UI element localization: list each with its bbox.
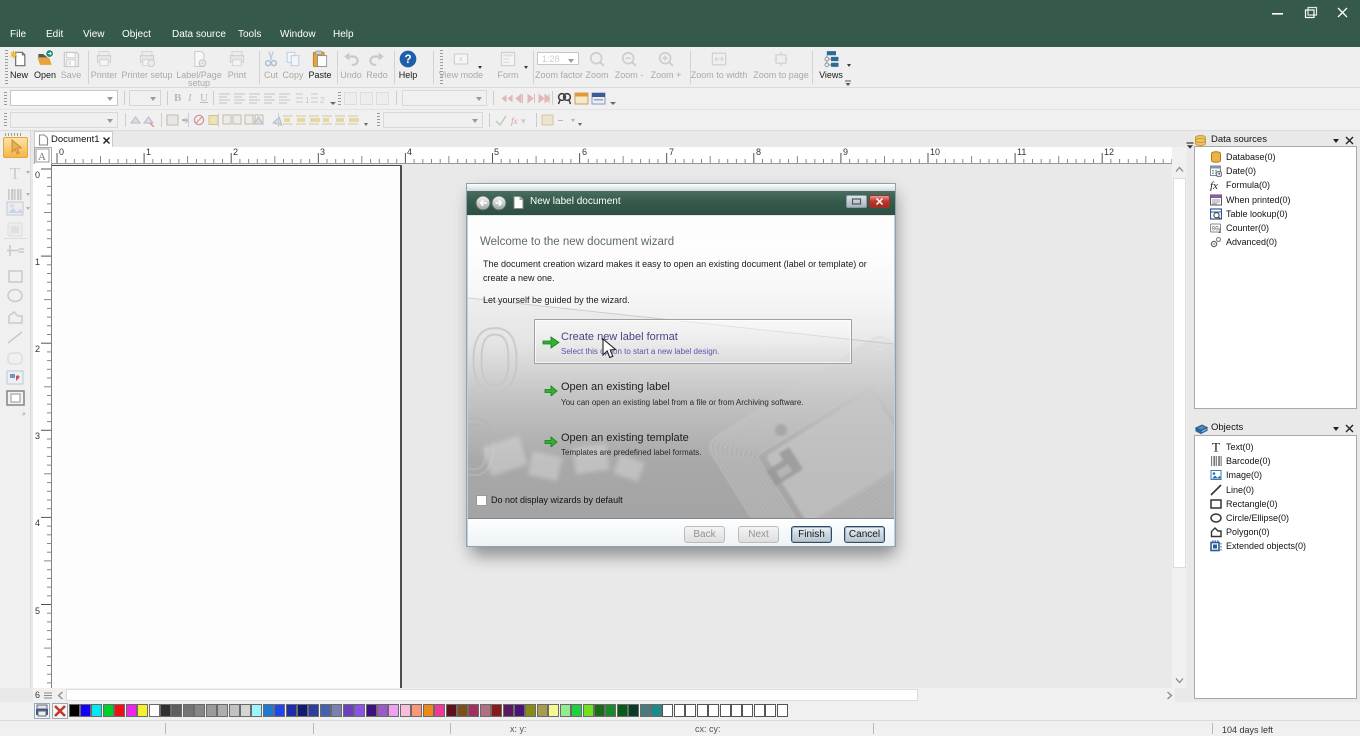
svg-text:8: 8 <box>756 147 761 157</box>
svg-text:T: T <box>1212 441 1220 453</box>
svg-text:1: 1 <box>1218 229 1222 234</box>
svg-text:1: 1 <box>35 257 40 267</box>
svg-text:4: 4 <box>407 147 412 157</box>
svg-text:A: A <box>38 151 46 163</box>
svg-text:2: 2 <box>320 96 325 105</box>
svg-text:10: 10 <box>930 147 940 157</box>
svg-text:▾: ▾ <box>521 116 526 126</box>
svg-text:?: ? <box>404 53 411 66</box>
svg-text:0: 0 <box>59 147 64 157</box>
svg-text:3: 3 <box>320 147 325 157</box>
svg-text:fx: fx <box>1210 180 1218 191</box>
svg-text:6: 6 <box>582 147 587 157</box>
svg-text:11: 11 <box>1017 147 1026 157</box>
svg-text:X: X <box>459 57 464 64</box>
svg-text:1: 1 <box>305 96 310 105</box>
svg-text:T: T <box>10 164 21 182</box>
svg-text:3: 3 <box>35 431 40 441</box>
svg-text:9: 9 <box>843 147 848 157</box>
svg-text:12: 12 <box>1104 147 1114 157</box>
svg-text:0: 0 <box>35 170 40 180</box>
svg-text:7: 7 <box>669 147 674 157</box>
svg-text:2: 2 <box>233 147 238 157</box>
svg-text:5: 5 <box>494 147 499 157</box>
svg-text:0: 0 <box>470 311 520 411</box>
svg-text:2: 2 <box>35 344 40 354</box>
svg-text:5: 5 <box>35 606 40 616</box>
svg-text:4: 4 <box>35 518 40 528</box>
svg-text:fx: fx <box>511 116 518 126</box>
svg-text:1: 1 <box>146 147 151 157</box>
